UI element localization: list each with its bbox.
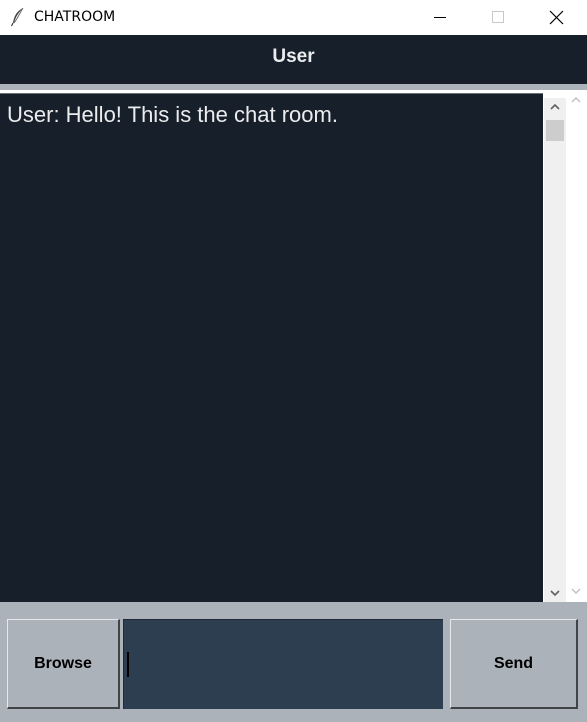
title-bar: CHATROOM (0, 0, 587, 35)
send-button[interactable]: Send (450, 619, 578, 709)
browse-button[interactable]: Browse (7, 619, 120, 709)
bottom-panel: Browse Send (0, 602, 587, 722)
chat-message: User: Hello! This is the chat room. (7, 102, 338, 127)
maximize-icon (492, 11, 504, 23)
scroll-down-arrow-icon[interactable] (549, 588, 561, 598)
text-caret (127, 652, 129, 677)
chat-scrollbar[interactable] (544, 98, 566, 608)
chat-header: User (0, 35, 587, 84)
window-scroll-down-icon[interactable] (570, 586, 582, 596)
scroll-up-arrow-icon[interactable] (549, 102, 561, 112)
chat-log[interactable]: User: Hello! This is the chat room. (0, 93, 543, 602)
window-scrollbar[interactable] (566, 90, 587, 602)
window-title: CHATROOM (34, 9, 116, 25)
window-scroll-up-icon[interactable] (570, 95, 582, 105)
close-icon (549, 10, 564, 25)
feather-icon (10, 7, 26, 27)
message-input[interactable] (123, 619, 443, 709)
minimize-button[interactable] (411, 0, 469, 35)
minimize-icon (434, 17, 446, 18)
scroll-thumb[interactable] (546, 120, 564, 141)
close-button[interactable] (528, 0, 586, 35)
maximize-button[interactable] (469, 0, 527, 35)
username-label: User (272, 46, 315, 67)
chat-area: User: Hello! This is the chat room. (0, 90, 587, 608)
